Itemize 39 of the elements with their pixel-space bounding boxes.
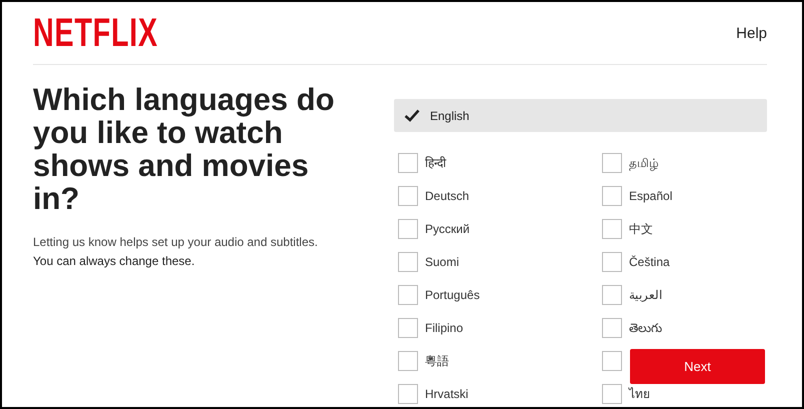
- checkbox[interactable]: [602, 252, 622, 272]
- language-label: العربية: [629, 287, 662, 304]
- checkbox[interactable]: [602, 186, 622, 206]
- checkbox[interactable]: [398, 186, 418, 206]
- page-heading: Which languages do you like to watch shows and movies in?: [33, 83, 336, 215]
- language-label: Español: [629, 188, 672, 205]
- checkbox[interactable]: [398, 318, 418, 338]
- checkbox[interactable]: [398, 285, 418, 305]
- language-label: 中文: [629, 221, 653, 238]
- checkbox[interactable]: [602, 384, 622, 404]
- language-label: Deutsch: [425, 188, 470, 205]
- language-label: हिन्दी: [425, 155, 446, 172]
- checkbox[interactable]: [398, 252, 418, 272]
- language-label: Русский: [425, 221, 470, 238]
- next-button[interactable]: Next: [630, 349, 765, 384]
- language-label: Suomi: [425, 254, 460, 271]
- language-label: Português: [425, 287, 480, 304]
- language-label: ไทย: [629, 386, 650, 403]
- checkbox[interactable]: [398, 351, 418, 371]
- checkbox[interactable]: [602, 153, 622, 173]
- language-label: English: [430, 108, 470, 124]
- language-label: Čeština: [629, 254, 670, 271]
- selected-language-row[interactable]: English: [394, 99, 767, 132]
- language-label: Hrvatski: [425, 386, 468, 403]
- checkbox[interactable]: [602, 318, 622, 338]
- checkbox[interactable]: [398, 219, 418, 239]
- language-label: తెలుగు: [629, 320, 662, 337]
- netflix-logo: NETFLIX: [33, 15, 158, 51]
- checkbox[interactable]: [398, 153, 418, 173]
- language-label: 粵語: [425, 353, 449, 370]
- help-link[interactable]: Help: [736, 23, 767, 46]
- language-label: தமிழ்: [629, 155, 659, 172]
- checkbox[interactable]: [602, 351, 622, 371]
- checkbox[interactable]: [602, 219, 622, 239]
- language-label: Filipino: [425, 320, 464, 337]
- checkbox[interactable]: [602, 285, 622, 305]
- checkbox[interactable]: [398, 384, 418, 404]
- description-text: Letting us know helps set up your audio and subtitles.: [33, 234, 319, 251]
- note-text: You can always change these.: [33, 253, 196, 270]
